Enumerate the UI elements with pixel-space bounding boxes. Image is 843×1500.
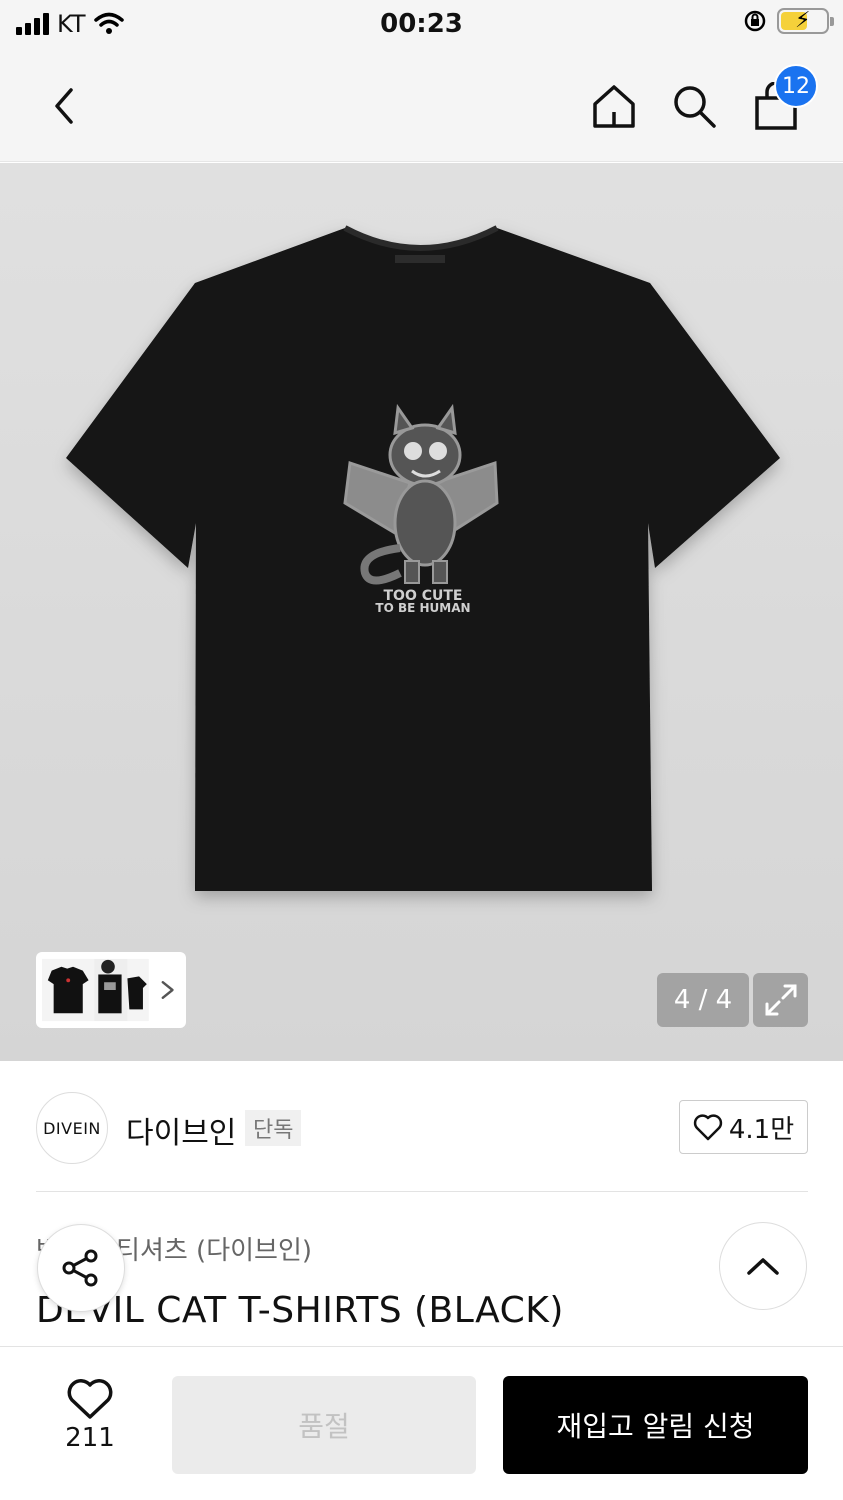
product-image-carousel[interactable]: TOO CUTE TO BE HUMAN 4 / 4 <box>0 163 843 1061</box>
home-icon <box>593 85 635 128</box>
purchase-bar: 211 품절 재입고 알림 신청 <box>0 1346 843 1500</box>
thumbnail-images <box>42 958 149 1022</box>
wishlist-button[interactable]: 211 <box>50 1377 130 1453</box>
heart-icon <box>693 1114 722 1141</box>
image-counter: 4 / 4 <box>657 973 749 1027</box>
thumbnail-strip[interactable] <box>36 952 186 1028</box>
brand-like-button[interactable]: 4.1만 <box>679 1100 808 1154</box>
brand-logo-text: DIVEIN <box>43 1118 101 1138</box>
search-button[interactable] <box>666 78 722 134</box>
product-title: DEVIL CAT T-SHIRTS (BLACK) <box>36 1290 564 1331</box>
chevron-right-icon <box>161 981 174 999</box>
brand-like-count: 4.1만 <box>728 1114 795 1145</box>
cart-count-badge: 12 <box>774 64 818 108</box>
rotation-lock-icon <box>744 10 766 32</box>
restock-alert-button[interactable]: 재입고 알림 신청 <box>503 1376 808 1474</box>
brand-logo[interactable]: DIVEIN <box>36 1092 108 1164</box>
search-icon <box>674 86 716 128</box>
status-bar: KT 00:23 ⚡ <box>0 0 843 48</box>
tshirt-image: TOO CUTE TO BE HUMAN <box>66 225 780 891</box>
clock: 00:23 <box>380 9 463 39</box>
soldout-button[interactable]: 품절 <box>172 1376 476 1474</box>
top-nav: 12 <box>0 48 843 162</box>
expand-icon <box>765 984 796 1016</box>
home-button[interactable] <box>586 78 642 134</box>
chevron-up-icon <box>747 1258 779 1275</box>
share-button[interactable] <box>37 1224 125 1312</box>
divider <box>36 1191 808 1192</box>
print-text-line2: TO BE HUMAN <box>375 601 470 615</box>
expand-button[interactable] <box>753 973 808 1027</box>
brand-name[interactable]: 다이브인 <box>126 1108 236 1152</box>
cart-button[interactable]: 12 <box>748 64 818 134</box>
back-icon <box>55 88 73 124</box>
exclusive-badge: 단독 <box>245 1110 302 1146</box>
wishlist-count: 211 <box>65 1423 115 1453</box>
share-icon <box>62 1249 98 1287</box>
back-button[interactable] <box>36 78 92 134</box>
heart-icon <box>67 1379 113 1419</box>
scroll-top-button[interactable] <box>719 1222 807 1310</box>
status-right: ⚡ <box>743 8 834 34</box>
battery-icon: ⚡ <box>777 8 834 34</box>
